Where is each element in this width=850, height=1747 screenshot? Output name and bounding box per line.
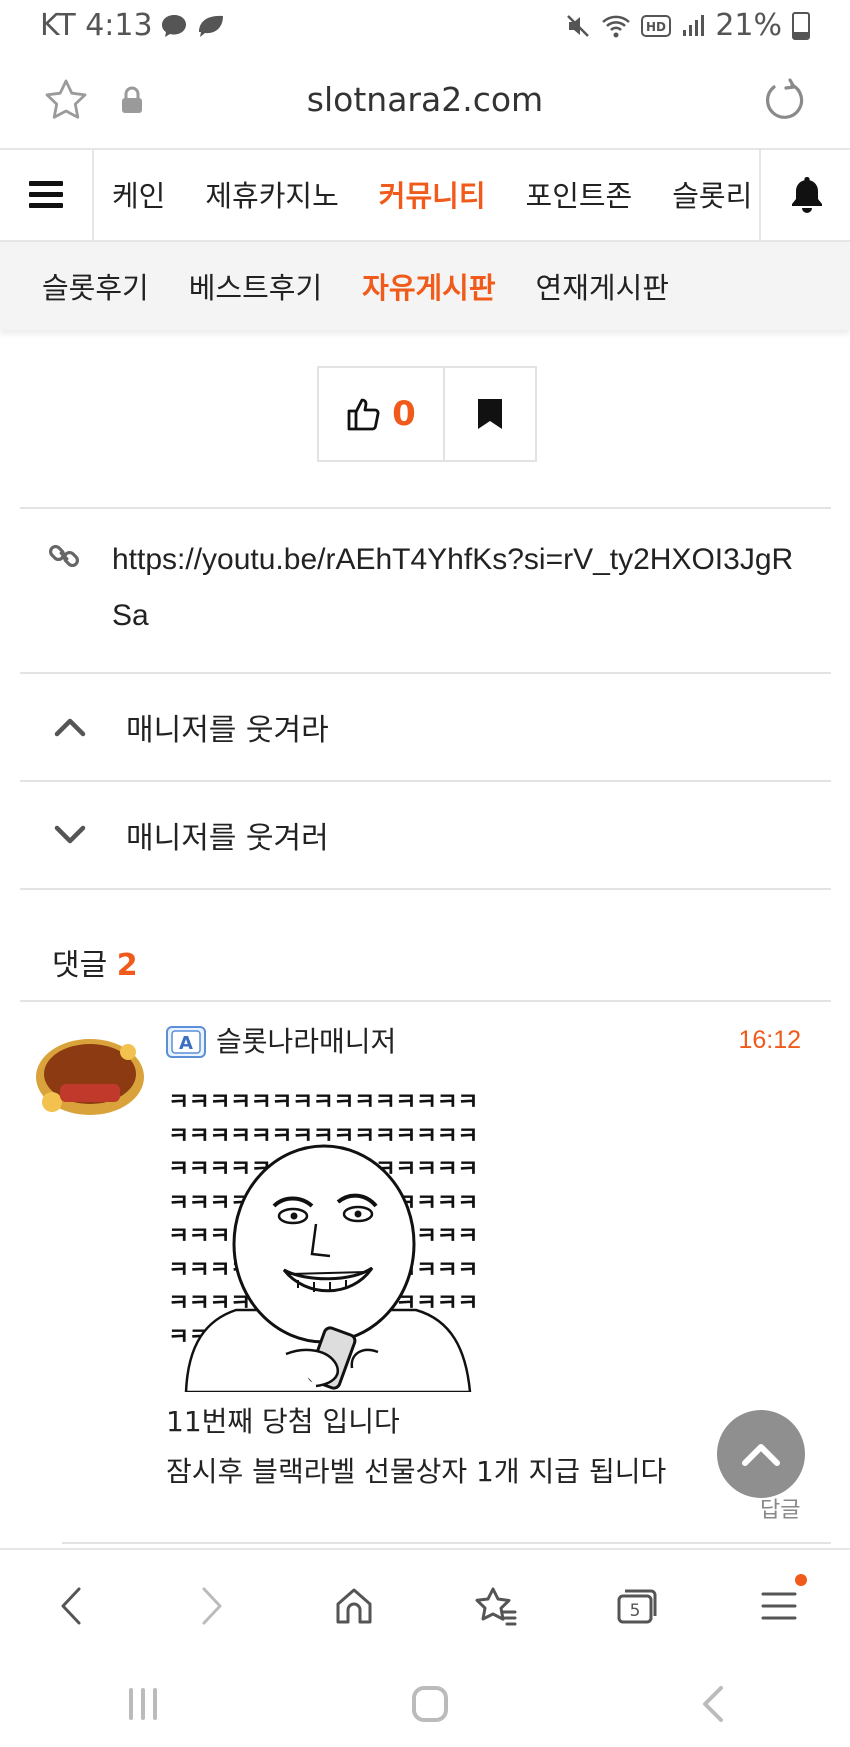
sub-nav: 슬롯후기 베스트후기 자유게시판 연재게시판 (0, 242, 850, 330)
divider (20, 507, 831, 509)
link-icon (48, 544, 80, 568)
comments-label: 댓글 (52, 948, 108, 983)
tabs-icon: 5 (617, 1589, 657, 1624)
chevron-up-icon (742, 1444, 780, 1466)
main-nav: 케인 제휴카지노 커뮤니티 포인트존 슬롯리 (0, 148, 850, 242)
next-post-title[interactable]: 매니저를 웃겨러 (126, 813, 329, 857)
hamburger-icon (29, 175, 63, 214)
browser-menu-button[interactable] (739, 1566, 819, 1646)
back-button[interactable] (31, 1566, 111, 1646)
notification-button[interactable] (759, 148, 850, 240)
prev-post-title[interactable]: 매니저를 웃겨라 (126, 705, 329, 749)
status-time: KT 4:13 (40, 8, 153, 43)
bookmarks-button[interactable] (456, 1566, 536, 1646)
url-bar: slotnara2.com (0, 56, 850, 150)
nav-item-point-zone[interactable]: 포인트존 (506, 173, 653, 215)
tabs-count: 5 (630, 1601, 641, 1621)
recent-apps-icon[interactable] (123, 1687, 163, 1721)
post-link[interactable]: https://youtu.be/rAEhT4YhfKs?si=rV_ty2HX… (112, 532, 812, 644)
mute-icon (567, 14, 590, 37)
bell-icon (791, 177, 822, 213)
forward-icon (202, 1587, 222, 1625)
bookmark-button[interactable] (445, 368, 535, 460)
leaf-icon (199, 15, 223, 37)
status-icons: HD 21% (565, 8, 810, 43)
signal-icon (683, 14, 705, 36)
divider (20, 1000, 831, 1002)
notification-dot (795, 1574, 808, 1586)
nav-item-slot[interactable]: 슬롯리 (652, 173, 759, 215)
comments-count: 2 (116, 948, 138, 983)
reload-icon[interactable] (762, 78, 806, 122)
system-nav-bar (0, 1660, 850, 1747)
next-post-row[interactable]: 매니저를 웃겨러 (20, 782, 831, 888)
nav-item-partner-casino[interactable]: 제휴카지노 (185, 173, 358, 215)
prev-post-row[interactable]: 매니저를 웃겨라 (20, 674, 831, 780)
like-count: 0 (392, 394, 416, 434)
laughing-face-image (184, 1144, 472, 1392)
comment-image[interactable]: ㅋㅋㅋㅋㅋㅋㅋㅋㅋㅋㅋㅋㅋㅋㅋㅋㅋㅋㅋㅋㅋㅋㅋㅋㅋㅋㅋㅋㅋㅋㅋㅋㅋㅋㅋ ㅋㅋㅋㅋㅋ… (166, 1084, 486, 1392)
post-actions: 0 (317, 366, 537, 462)
home-button[interactable] (314, 1566, 394, 1646)
comment-text-line2: 잠시후 블랙라벨 선물상자 1개 지급 됩니다 (166, 1455, 667, 1488)
like-button[interactable]: 0 (319, 368, 445, 460)
bookmarks-icon (475, 1587, 517, 1626)
nav-item-kein[interactable]: 케인 (92, 173, 185, 215)
forward-button[interactable] (172, 1566, 252, 1646)
chevron-down-icon (50, 825, 90, 845)
sub-item-free-board[interactable]: 자유게시판 (342, 265, 515, 307)
nav-item-community[interactable]: 커뮤니티 (359, 173, 506, 215)
comment-author[interactable]: 슬롯나라매니저 (216, 1020, 396, 1060)
back-system-icon[interactable] (697, 1684, 727, 1724)
back-icon (61, 1587, 81, 1625)
bookmark-icon (478, 399, 502, 429)
battery-icon (792, 11, 810, 40)
browser-toolbar: 5 (0, 1548, 850, 1662)
sub-item-slot-review[interactable]: 슬롯후기 (0, 265, 169, 307)
thumbs-up-icon (347, 398, 380, 431)
scroll-top-button[interactable] (717, 1410, 805, 1498)
menu-icon (761, 1592, 797, 1620)
admin-badge-icon: A (166, 1026, 206, 1058)
hd-icon: HD (641, 14, 672, 37)
chat-bubble-icon (162, 15, 186, 37)
comment-text-line1: 11번째 당첨 입니다 (166, 1405, 400, 1438)
url-text[interactable]: slotnara2.com (0, 80, 850, 119)
comment-item: A 슬롯나라매니저 16:12 ㅋㅋㅋㅋㅋㅋㅋㅋㅋㅋㅋㅋㅋㅋㅋㅋㅋㅋㅋㅋㅋㅋㅋㅋ… (20, 1004, 831, 1534)
chevron-up-icon (50, 717, 90, 737)
battery-percent: 21% (715, 8, 782, 43)
avatar (36, 1039, 144, 1115)
reply-button[interactable]: 답글 (760, 1492, 800, 1524)
sub-item-serial-board[interactable]: 연재게시판 (516, 265, 689, 307)
hamburger-menu-button[interactable] (0, 148, 94, 240)
home-system-icon[interactable] (410, 1684, 450, 1724)
comment-time: 16:12 (738, 1026, 801, 1054)
svg-text:A: A (179, 1033, 193, 1054)
post-link-row: https://youtu.be/rAEhT4YhfKs?si=rV_ty2HX… (20, 510, 831, 672)
svg-text:HD: HD (646, 20, 666, 34)
home-icon (336, 1588, 372, 1624)
comments-header: 댓글 2 (52, 940, 138, 984)
wifi-icon (602, 15, 631, 37)
divider (62, 1542, 831, 1544)
main-nav-items: 케인 제휴카지노 커뮤니티 포인트존 슬롯리 (92, 148, 759, 240)
sub-item-best-review[interactable]: 베스트후기 (169, 265, 342, 307)
status-bar: KT 4:13 HD 21% (0, 0, 850, 56)
tabs-button[interactable]: 5 (597, 1566, 677, 1646)
divider (20, 888, 831, 890)
